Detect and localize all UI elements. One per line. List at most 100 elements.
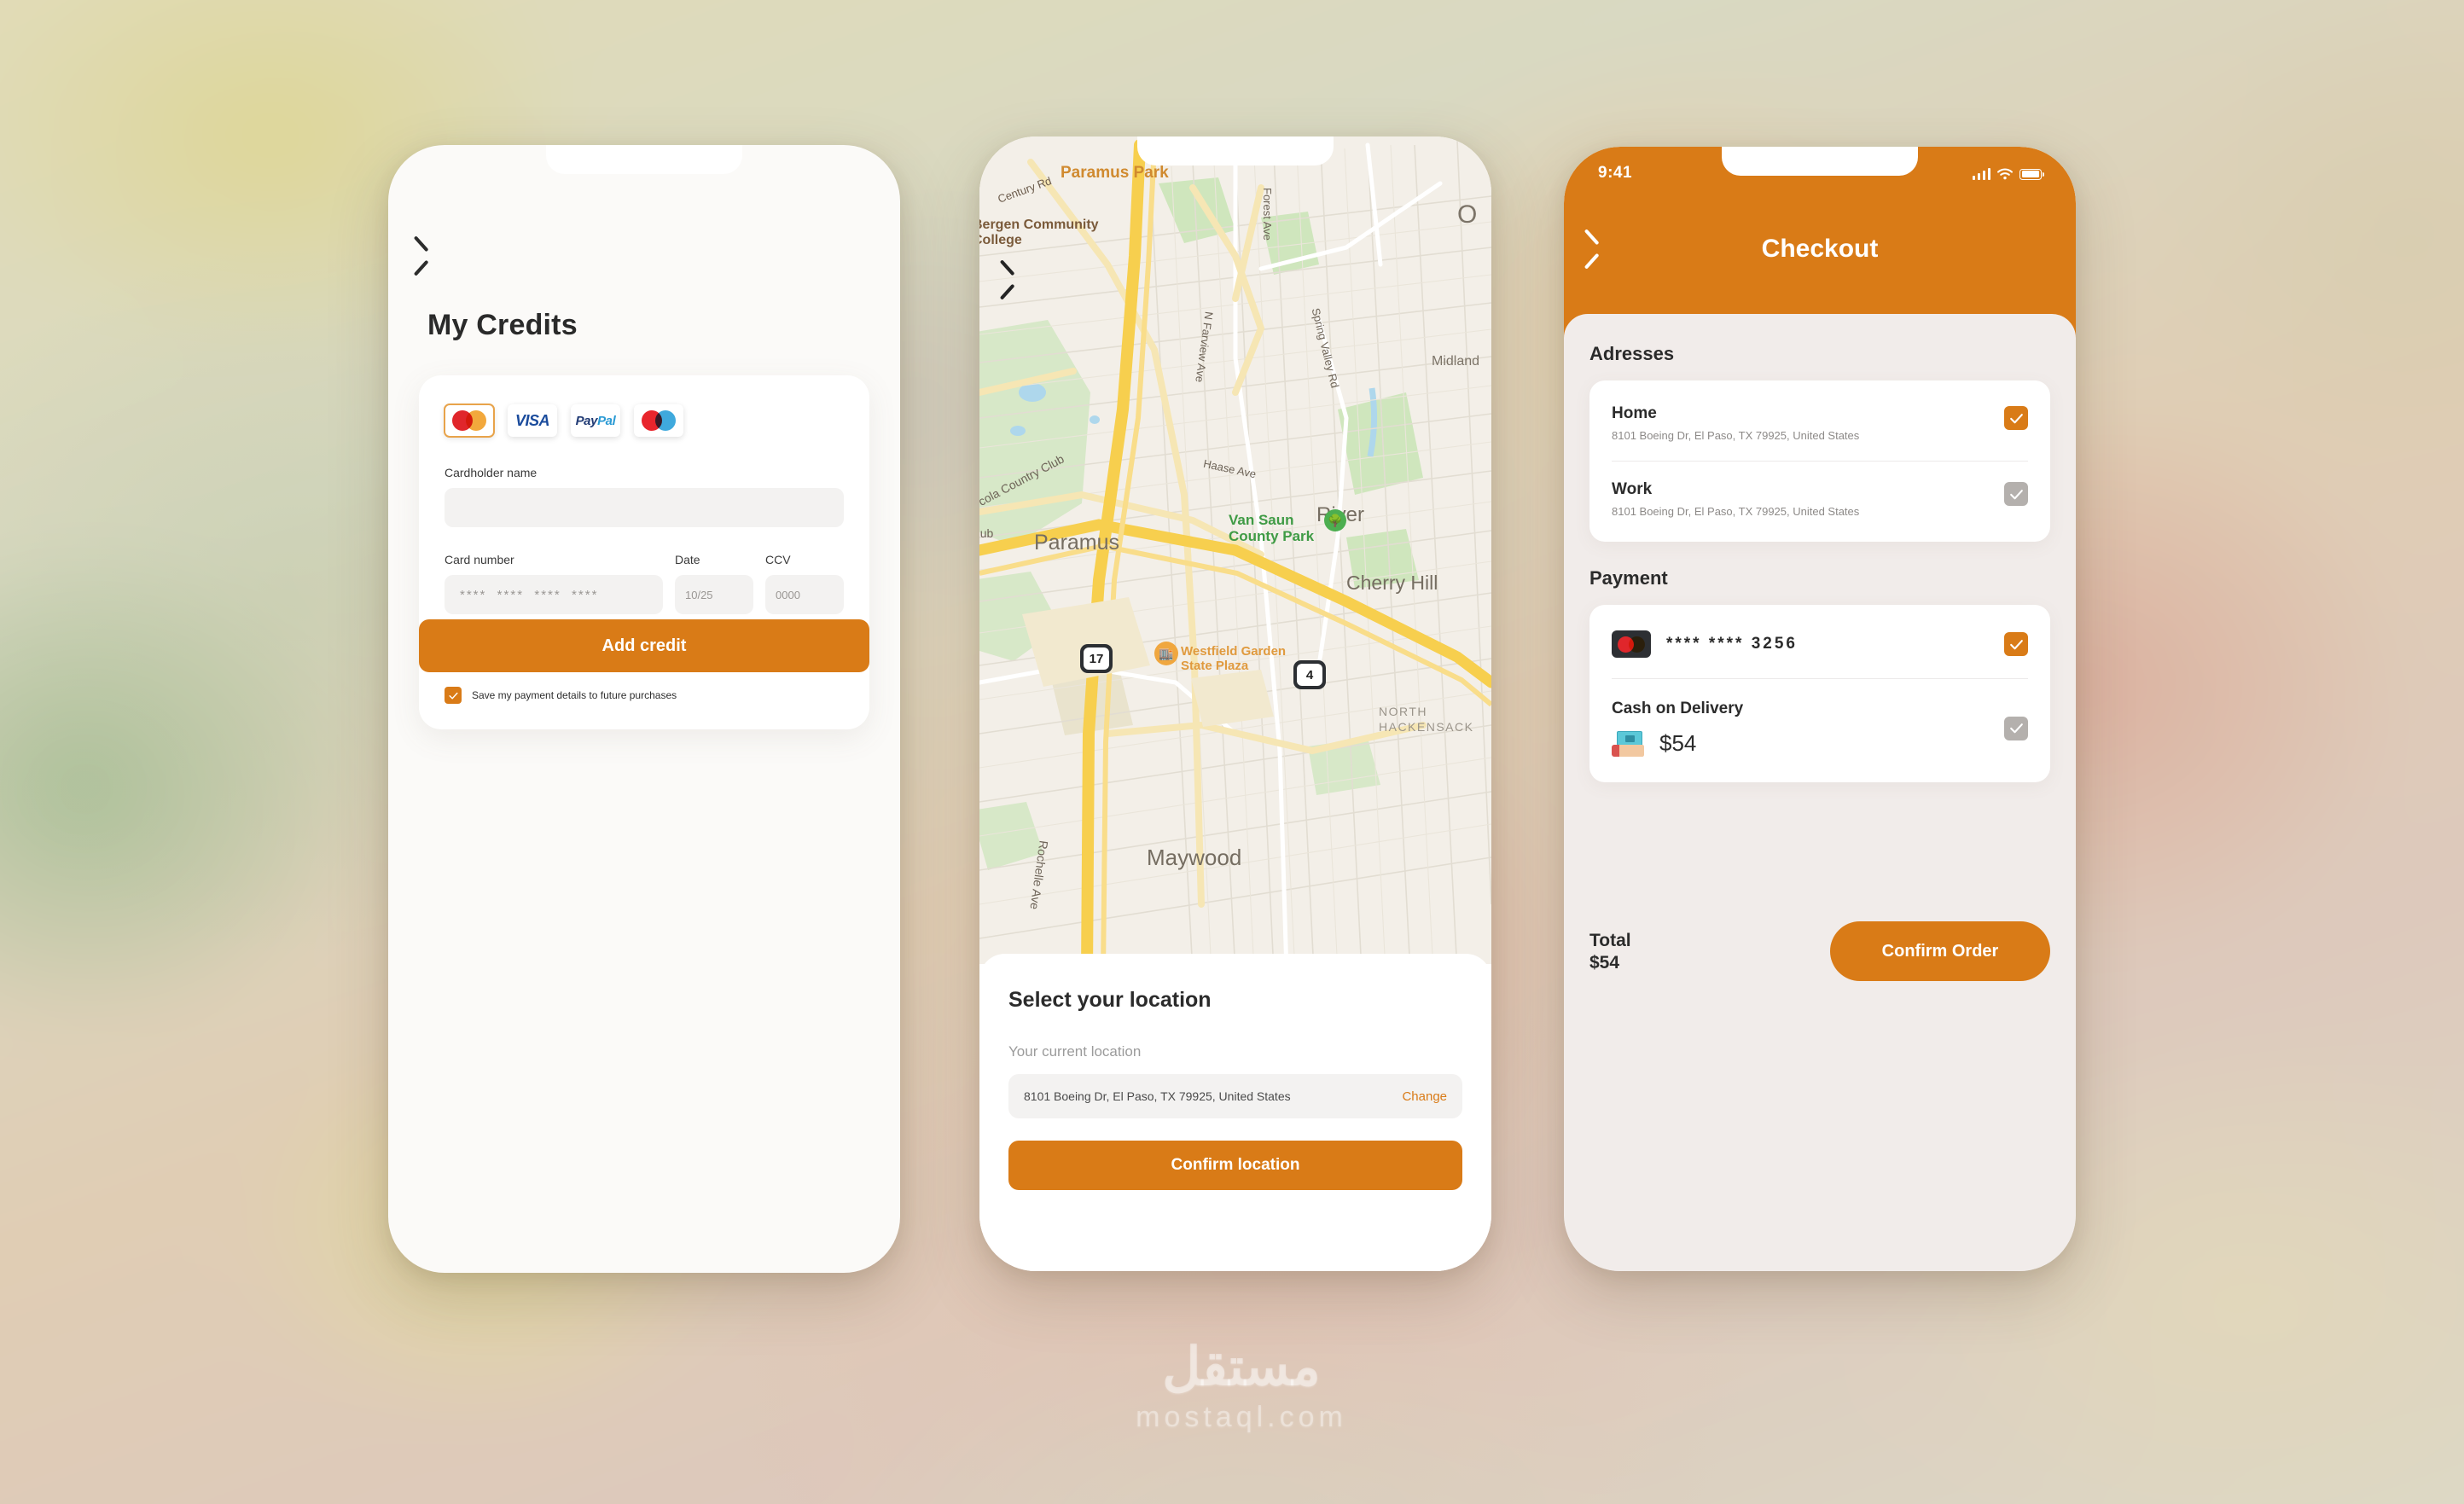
cash-amount: $54	[1659, 730, 1697, 756]
visa-wordmark: VISA	[514, 411, 550, 429]
checkout-title-bar: Checkout	[1564, 225, 2076, 273]
cardholder-input[interactable]	[445, 488, 844, 527]
map-label: NORTH HACKENSACK	[1379, 705, 1474, 735]
card-number-input[interactable]	[445, 575, 663, 614]
ccv-input[interactable]	[765, 575, 844, 614]
address-name: Work	[1612, 480, 1653, 498]
phone-notch	[1137, 136, 1334, 165]
signal-bars-icon	[1972, 167, 1990, 180]
map-label: Midland	[1432, 354, 1480, 369]
mastercard-logo[interactable]	[444, 404, 495, 438]
checkout-content: Adresses Home 8101 Boeing Dr, El Paso, T…	[1564, 314, 2076, 1271]
save-payment-label: Save my payment details to future purcha…	[472, 689, 677, 701]
ccv-label: CCV	[765, 553, 791, 566]
address-checkbox-work[interactable]	[2004, 482, 2028, 506]
credit-card-form: VISA PayPal Cardholder name Card number …	[419, 375, 869, 729]
maestro-icon	[642, 410, 676, 431]
phone-checkout: 9:41 Checkout Adresses Home 8101 Boeing …	[1564, 147, 2076, 1271]
ccv-field-group: CCV	[765, 553, 844, 614]
map-label: Van Saun County Park	[1229, 512, 1315, 545]
masked-card-number: **** **** 3256	[1666, 635, 1798, 653]
cash-on-delivery-label: Cash on Delivery	[1612, 700, 1744, 717]
map-label: Paramus Park	[1061, 164, 1169, 182]
cardholder-field-group: Cardholder name	[445, 466, 844, 527]
total-label: Total	[1589, 931, 1631, 951]
payment-row-cash[interactable]: Cash on Delivery $54	[1612, 678, 2028, 777]
address-row-home[interactable]: Home 8101 Boeing Dr, El Paso, TX 79925, …	[1612, 386, 2028, 461]
map-label: Bergen Community College	[979, 218, 1099, 248]
card-number-field-group: Card number	[445, 553, 663, 614]
shopping-poi-icon: 🏬	[1154, 642, 1178, 665]
order-total-bar: Total $54 Confirm Order	[1589, 921, 2050, 981]
cash-on-delivery-block: Cash on Delivery $54	[1612, 700, 1989, 757]
current-address-text: 8101 Boeing Dr, El Paso, TX 79925, Unite…	[1024, 1089, 1291, 1103]
route-shield-4: 4	[1293, 660, 1326, 689]
map-view[interactable]: Century Rd Paramus Park Bergen Community…	[979, 136, 1491, 964]
map-label: Westfield Garden State Plaza	[1181, 644, 1287, 674]
park-poi-icon: 🌳	[1324, 509, 1346, 531]
page-title: Checkout	[1761, 235, 1879, 263]
maestro-logo[interactable]	[634, 404, 683, 437]
cardholder-label: Cardholder name	[445, 466, 538, 479]
total-block: Total $54	[1589, 929, 1631, 973]
addresses-card: Home 8101 Boeing Dr, El Paso, TX 79925, …	[1589, 380, 2050, 542]
address-name: Home	[1612, 404, 1657, 422]
map-label: Forest Ave	[1261, 188, 1274, 241]
status-icons	[1972, 167, 2044, 180]
location-sheet: Select your location Your current locati…	[979, 954, 1491, 1271]
location-sheet-title: Select your location	[1008, 988, 1212, 1012]
expiry-label: Date	[675, 553, 700, 566]
phone-notch	[1722, 147, 1918, 176]
map-label: colary Club	[979, 526, 994, 540]
confirm-location-button[interactable]: Confirm location	[1008, 1141, 1462, 1190]
paypal-logo[interactable]: PayPal	[571, 404, 620, 437]
cash-in-hand-icon	[1612, 730, 1646, 757]
address-checkbox-home[interactable]	[2004, 406, 2028, 430]
address-row-work[interactable]: Work 8101 Boeing Dr, El Paso, TX 79925, …	[1612, 461, 2028, 537]
card-details-row: Card number Date CCV	[445, 553, 844, 614]
phone-my-credits: My Credits VISA PayPal Cardholder name C…	[388, 145, 900, 1273]
location-back-button[interactable]	[1010, 263, 1031, 297]
phone-notch	[546, 145, 742, 174]
route-shield-17: 17	[1080, 644, 1113, 673]
change-address-link[interactable]: Change	[1402, 1089, 1447, 1104]
paypal-wordmark: PayPal	[575, 413, 616, 428]
confirm-order-button[interactable]: Confirm Order	[1830, 921, 2050, 981]
credits-back-button[interactable]	[424, 239, 445, 273]
payment-brand-selector: VISA PayPal	[444, 404, 844, 438]
page-title: My Credits	[427, 309, 578, 341]
map-label: Cherry Hill	[1346, 572, 1438, 594]
payment-card: **** **** 3256 Cash on Delivery $54	[1589, 605, 2050, 782]
payment-section-title: Payment	[1589, 567, 1668, 589]
total-value: $54	[1589, 952, 1620, 973]
expiry-input[interactable]	[675, 575, 753, 614]
address-meta: Home 8101 Boeing Dr, El Paso, TX 79925, …	[1612, 404, 1992, 442]
phone-select-location: Century Rd Paramus Park Bergen Community…	[979, 136, 1491, 1271]
card-number-label: Card number	[445, 553, 514, 566]
current-location-label: Your current location	[1008, 1043, 1142, 1060]
current-address-field[interactable]: 8101 Boeing Dr, El Paso, TX 79925, Unite…	[1008, 1074, 1462, 1118]
addresses-section-title: Adresses	[1589, 343, 1675, 364]
mastercard-icon	[452, 410, 486, 431]
payment-row-card[interactable]: **** **** 3256	[1612, 610, 2028, 678]
address-line: 8101 Boeing Dr, El Paso, TX 79925, Unite…	[1612, 505, 1860, 518]
save-payment-checkbox[interactable]	[445, 687, 462, 704]
expiry-field-group: Date	[675, 553, 753, 614]
save-payment-details-row[interactable]: Save my payment details to future purcha…	[445, 687, 844, 704]
add-credit-button[interactable]: Add credit	[419, 619, 869, 672]
wifi-icon	[1997, 168, 2013, 179]
map-label: Paramus	[1034, 531, 1120, 555]
battery-icon	[2019, 168, 2044, 180]
chevron-left-icon	[424, 239, 445, 273]
address-line: 8101 Boeing Dr, El Paso, TX 79925, Unite…	[1612, 429, 1860, 442]
visa-logo[interactable]: VISA	[508, 404, 557, 437]
payment-checkbox-card[interactable]	[2004, 632, 2028, 656]
map-label: Maywood	[1147, 845, 1242, 870]
status-time: 9:41	[1598, 164, 1633, 182]
cash-amount-row: $54	[1612, 730, 1989, 757]
chevron-left-icon	[1010, 263, 1031, 297]
address-meta: Work 8101 Boeing Dr, El Paso, TX 79925, …	[1612, 480, 1992, 518]
mastercard-icon	[1612, 630, 1651, 658]
map-label: O	[1457, 200, 1478, 229]
payment-checkbox-cash[interactable]	[2004, 716, 2028, 740]
